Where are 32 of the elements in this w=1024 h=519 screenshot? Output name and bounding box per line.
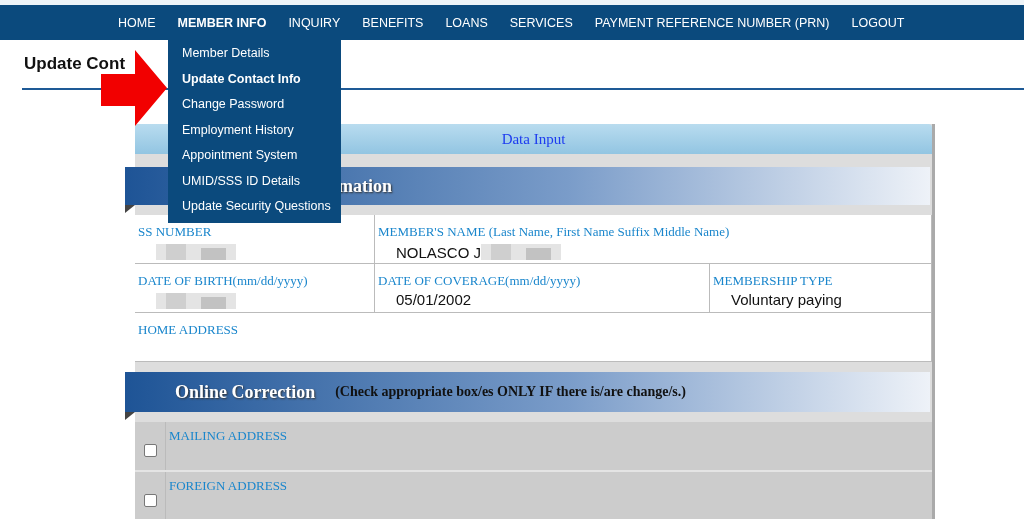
field-label: FOREIGN ADDRESS [169, 478, 288, 493]
field-label: MEMBER'S NAME (Last Name, First Name Suffix Middle Name) [378, 224, 730, 239]
checkbox[interactable] [143, 493, 157, 507]
menu-item[interactable]: Appointment System [168, 143, 341, 169]
field-label: HOME ADDRESS [138, 322, 239, 337]
nav-link[interactable]: PAYMENT REFERENCE NUMBER (PRN) [594, 15, 830, 30]
field-value: 05/01/2002 [396, 291, 472, 308]
section-heading: Online Correction [175, 381, 316, 403]
nav-link[interactable]: HOME [118, 15, 156, 30]
menu-item[interactable]: Change Password [168, 92, 341, 118]
section-note: (Check appropriate box/es ONLY IF there is/are change/s.) [335, 384, 686, 400]
nav-link[interactable]: MEMBER INFO [177, 15, 267, 30]
field-value: NOLASCO J [396, 243, 482, 261]
menu-item[interactable]: UMID/SSS ID Details [168, 168, 341, 194]
nav-link[interactable]: BENEFITS [362, 15, 424, 30]
menu-item[interactable]: Member Details [168, 41, 341, 67]
menu-item[interactable]: Update Security Questions [168, 194, 341, 220]
field-label: MEMBERSHIP TYPE [713, 273, 833, 288]
field-label: MAILING ADDRESS [169, 428, 288, 443]
nav-link[interactable]: SERVICES [509, 15, 573, 30]
nav-link[interactable]: LOANS [445, 15, 488, 30]
field-label: SS NUMBER [138, 224, 212, 239]
checkbox[interactable] [143, 443, 157, 457]
nav-link[interactable]: INQUIRY [288, 15, 341, 30]
field-label: DATE OF COVERAGE(mm/dd/yyyy) [378, 273, 581, 288]
menu-item[interactable]: Update Contact Info [168, 66, 341, 92]
menu-item[interactable]: Employment History [168, 117, 341, 143]
field-label: DATE OF BIRTH(mm/dd/yyyy) [138, 273, 308, 288]
nav-link[interactable]: LOGOUT [851, 15, 905, 30]
field-value: Voluntary paying [731, 291, 842, 308]
page-title: Update Cont [24, 54, 126, 74]
panel-title: Data Input [501, 130, 566, 148]
